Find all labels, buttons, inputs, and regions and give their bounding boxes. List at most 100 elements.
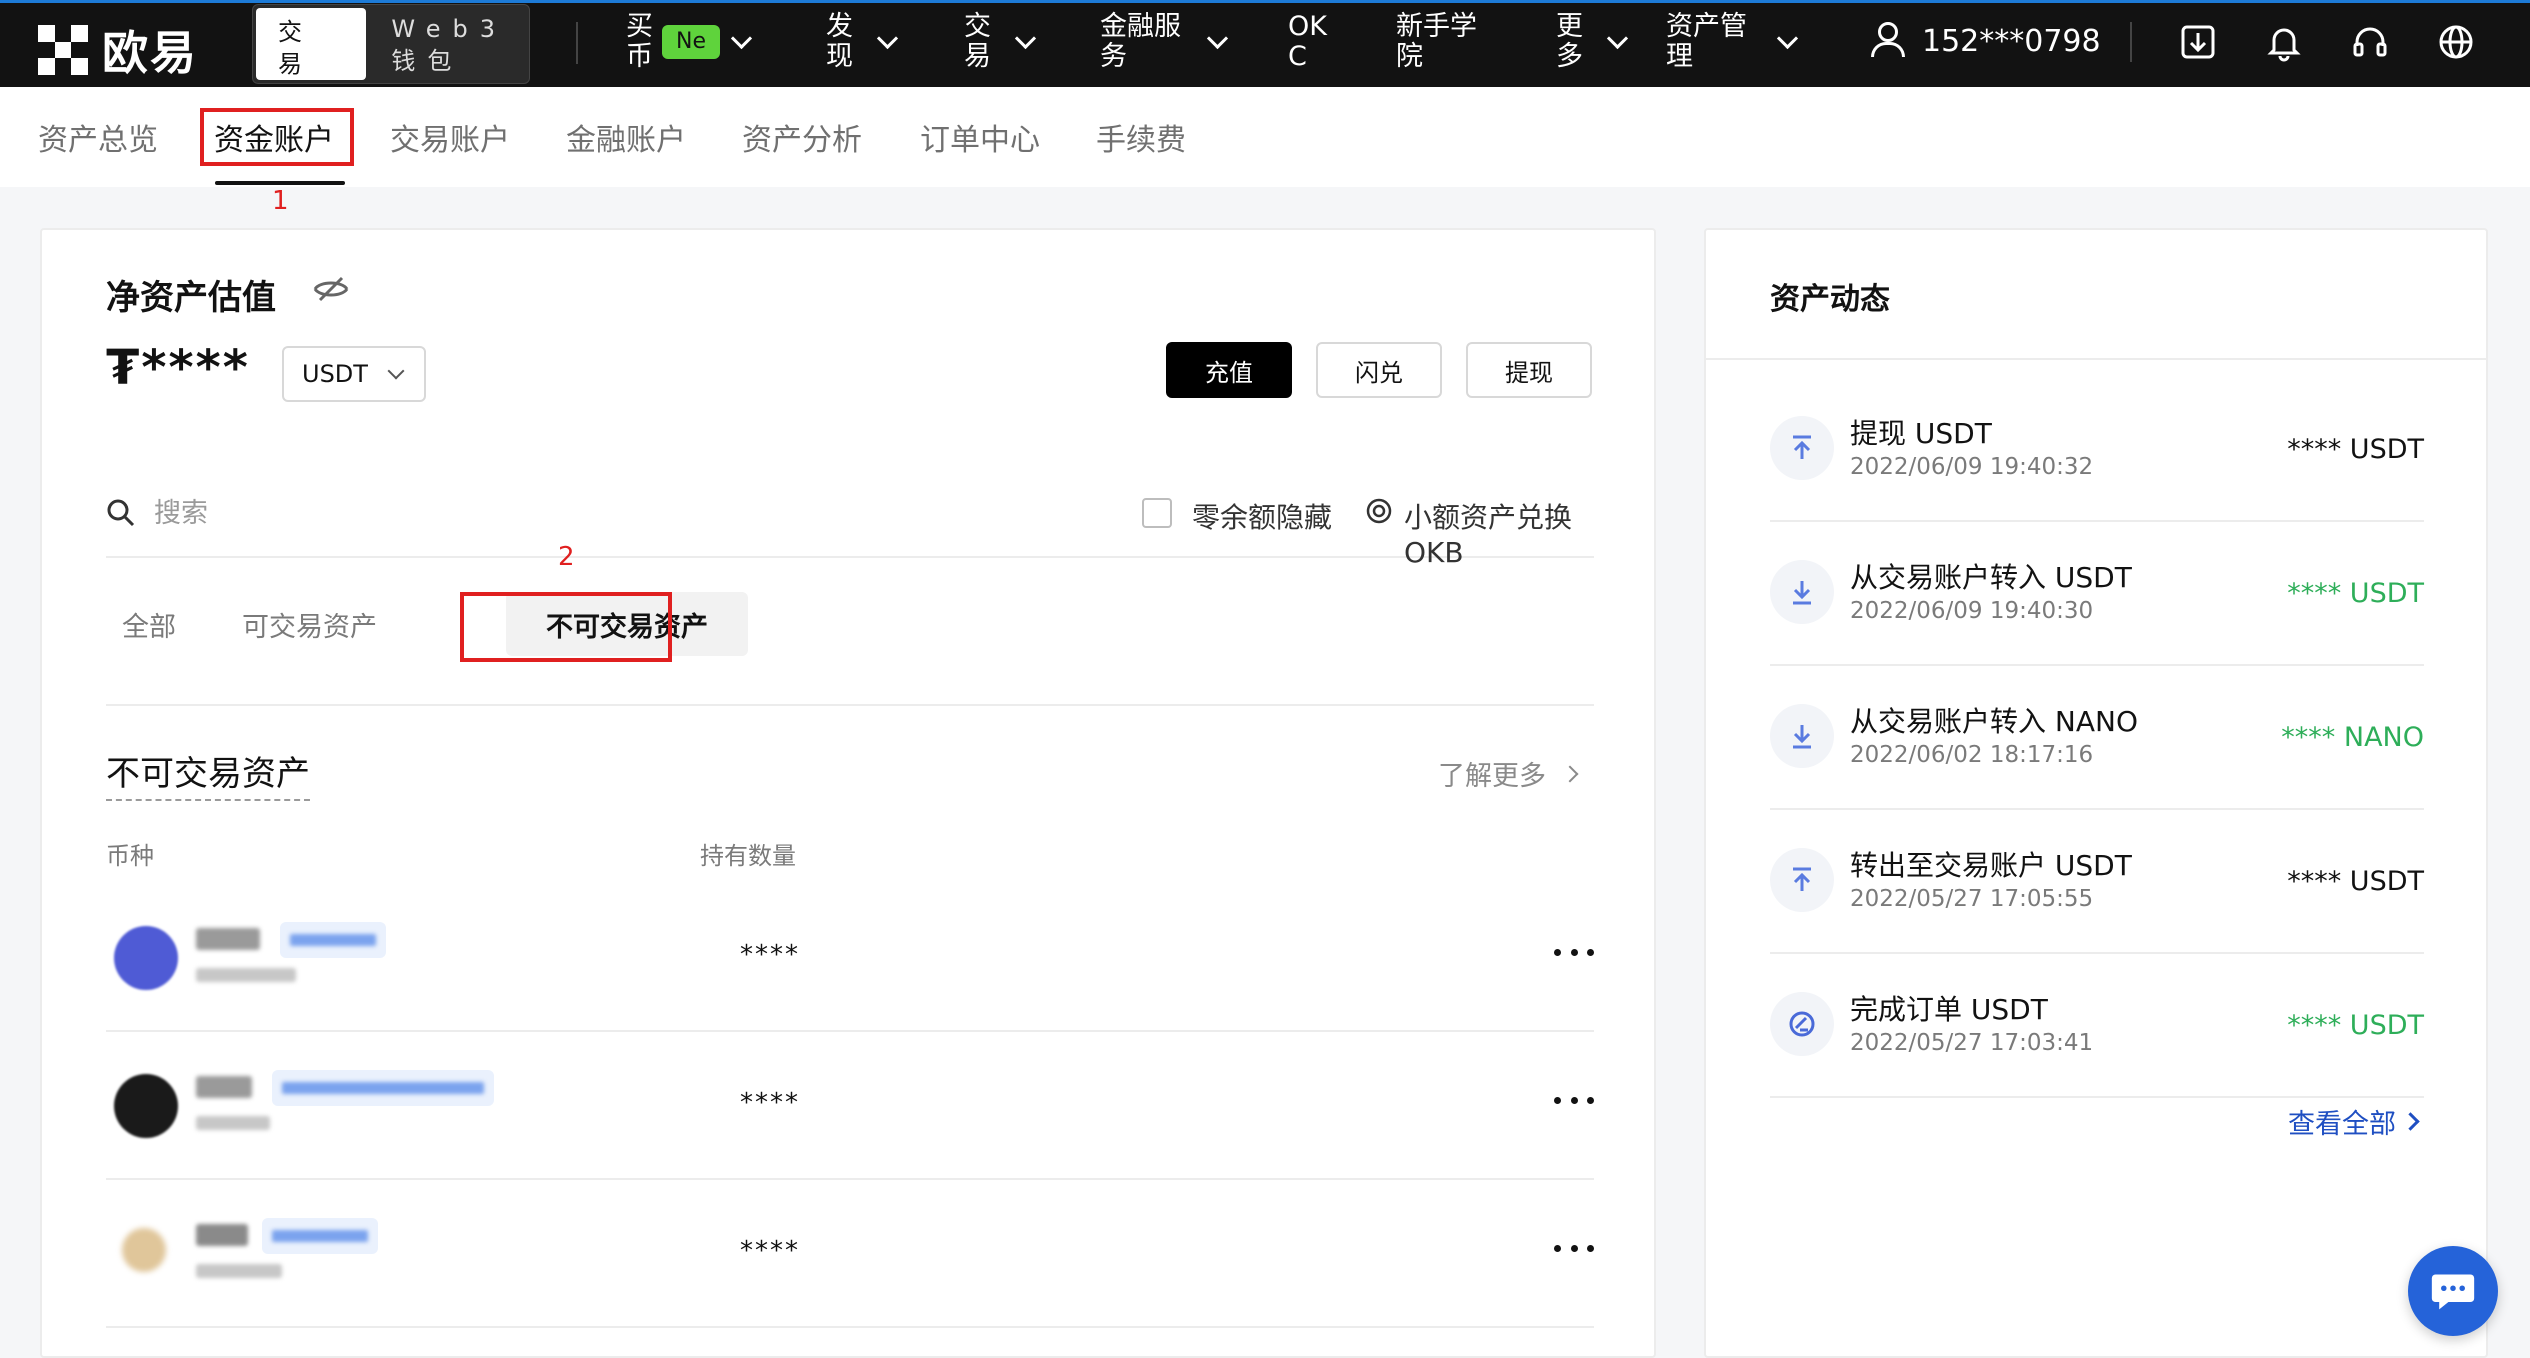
more-options-icon[interactable] — [1554, 1238, 1594, 1258]
chevron-down-icon — [730, 27, 753, 49]
tab-asset-analysis[interactable]: 资产分析 — [728, 111, 876, 163]
brand-name: 欧易 — [102, 26, 198, 80]
holding-quantity: **** — [740, 1236, 800, 1266]
brand-logo[interactable]: 欧易 — [38, 17, 198, 83]
chevron-down-icon — [1776, 27, 1799, 49]
chevron-down-icon — [1014, 27, 1037, 49]
coin-logo-icon — [114, 1074, 178, 1138]
eye-off-icon[interactable] — [312, 274, 350, 304]
top-icon-group — [2130, 20, 2520, 64]
chevron-down-icon — [876, 27, 899, 49]
small-asset-convert-link[interactable]: 小额资产兑换OKB — [1404, 496, 1594, 569]
activity-amount: **** USDT — [2287, 866, 2424, 897]
net-asset-value: ₮**** — [106, 340, 250, 396]
coin-name-tag-redacted — [272, 1070, 494, 1106]
view-all-link[interactable]: 查看全部 — [2288, 1102, 2420, 1141]
coin-symbol-redacted — [196, 1076, 252, 1098]
asset-activity-panel: 资产动态 提现 USDT 2022/06/09 19:40:32 **** US… — [1704, 228, 2488, 1358]
mode-exchange[interactable]: 交易所 — [256, 8, 367, 83]
arrow-up-icon — [1770, 848, 1834, 912]
more-options-icon[interactable] — [1554, 1090, 1594, 1110]
coin-logo-icon — [122, 1228, 166, 1272]
coin-subtitle-redacted — [196, 1264, 282, 1278]
mode-web3-wallet[interactable]: Web3 钱包 — [369, 5, 529, 83]
nav-discover[interactable]: 发现 — [826, 11, 899, 72]
panel-divider — [1706, 358, 2486, 360]
activity-item[interactable]: 完成订单 USDT 2022/05/27 17:03:41 **** USDT — [1770, 952, 2424, 1098]
section-title: 不可交易资产 — [106, 746, 310, 801]
order-complete-icon — [1770, 992, 1834, 1056]
annotation-number-2: 2 — [558, 542, 575, 572]
chevron-down-icon — [387, 362, 405, 380]
activity-time: 2022/06/09 19:40:30 — [1850, 598, 2094, 624]
currency-select[interactable]: USDT — [282, 346, 426, 402]
nav-finance[interactable]: 金融服务 — [1100, 11, 1229, 72]
more-options-icon[interactable] — [1554, 942, 1594, 962]
search-input[interactable] — [152, 492, 656, 534]
nav-divider — [576, 22, 578, 64]
nav-more[interactable]: 更多 — [1556, 12, 1629, 72]
nav-discover-label: 发现 — [826, 11, 853, 72]
nav-academy-label: 新手学院 — [1396, 11, 1477, 72]
language-globe-icon[interactable] — [2434, 20, 2478, 64]
table-row[interactable]: **** — [106, 882, 1594, 1032]
filter-tradable[interactable]: 可交易资产 — [226, 592, 393, 656]
user-icon — [1870, 22, 1905, 60]
tab-finance-account[interactable]: 金融账户 — [552, 111, 700, 163]
activity-item[interactable]: 从交易账户转入 NANO 2022/06/02 18:17:16 **** NA… — [1770, 664, 2424, 810]
nav-asset-management[interactable]: 资产管理 — [1666, 12, 1799, 72]
nav-buy-crypto[interactable]: 买币 Ne — [626, 12, 753, 72]
customer-support-headset-icon[interactable] — [2348, 20, 2392, 64]
chat-bubble-icon — [2431, 1274, 2475, 1310]
convert-button[interactable]: 闪兑 — [1316, 342, 1442, 398]
notification-bell-icon[interactable] — [2262, 20, 2306, 64]
chevron-down-icon — [1606, 27, 1629, 49]
top-accent-line — [0, 0, 2530, 3]
asset-subnav: 资产总览 资金账户 交易账户 金融账户 资产分析 订单中心 手续费 — [0, 87, 2530, 187]
net-asset-title: 净资产估值 — [106, 278, 276, 318]
holding-quantity: **** — [740, 940, 800, 970]
activity-item[interactable]: 转出至交易账户 USDT 2022/05/27 17:05:55 **** US… — [1770, 808, 2424, 954]
nav-trade-label: 交易 — [964, 11, 991, 72]
tab-order-center[interactable]: 订单中心 — [906, 111, 1054, 163]
nav-trade[interactable]: 交易 — [964, 11, 1037, 72]
activity-title: 从交易账户转入 USDT — [1850, 561, 2132, 594]
deposit-button[interactable]: 充值 — [1166, 342, 1292, 398]
chevron-right-icon — [2401, 1112, 2420, 1131]
nav-finance-label: 金融服务 — [1100, 11, 1181, 72]
activity-time: 2022/06/02 18:17:16 — [1850, 742, 2094, 768]
view-all-label: 查看全部 — [2288, 1109, 2396, 1140]
nav-academy[interactable]: 新手学院 — [1396, 12, 1486, 72]
user-phone: 152***0798 — [1922, 23, 2101, 59]
activity-time: 2022/05/27 17:05:55 — [1850, 886, 2094, 912]
coin-symbol-redacted — [196, 928, 260, 950]
tab-fees[interactable]: 手续费 — [1082, 111, 1200, 163]
arrow-down-icon — [1770, 560, 1834, 624]
activity-item[interactable]: 从交易账户转入 USDT 2022/06/09 19:40:30 **** US… — [1770, 520, 2424, 666]
column-header-quantity: 持有数量 — [700, 842, 796, 870]
table-row[interactable]: **** — [106, 1178, 1594, 1328]
activity-title: 从交易账户转入 NANO — [1850, 705, 2138, 738]
tab-asset-overview[interactable]: 资产总览 — [24, 111, 172, 163]
hide-zero-balance-checkbox[interactable] — [1142, 498, 1172, 528]
activity-item[interactable]: 提现 USDT 2022/06/09 19:40:32 **** USDT — [1770, 376, 2424, 522]
top-navbar: 欧易 交易所 Web3 钱包 买币 Ne 发现 交易 金融服务 OKC 新手学院… — [0, 0, 2530, 87]
activity-amount: **** USDT — [2287, 434, 2424, 465]
filter-all[interactable]: 全部 — [106, 592, 192, 656]
coin-subtitle-redacted — [196, 1116, 270, 1130]
nav-okc[interactable]: OKC — [1288, 12, 1332, 72]
activity-amount: **** NANO — [2281, 722, 2424, 753]
download-icon[interactable] — [2176, 20, 2220, 64]
coin-symbol-redacted — [196, 1224, 248, 1246]
annotation-box-1 — [200, 108, 354, 166]
learn-more-link[interactable]: 了解更多 — [1438, 754, 1579, 793]
user-account[interactable]: 152***0798 — [1870, 22, 2101, 60]
icon-divider — [2130, 22, 2132, 62]
nav-okc-label: OKC — [1288, 11, 1327, 72]
chat-support-button[interactable] — [2408, 1246, 2498, 1336]
currency-select-value: USDT — [302, 360, 368, 388]
tab-trading-account[interactable]: 交易账户 — [376, 111, 524, 163]
okx-logo-icon — [38, 25, 88, 75]
withdraw-button[interactable]: 提现 — [1466, 342, 1592, 398]
table-row[interactable]: **** — [106, 1030, 1594, 1180]
